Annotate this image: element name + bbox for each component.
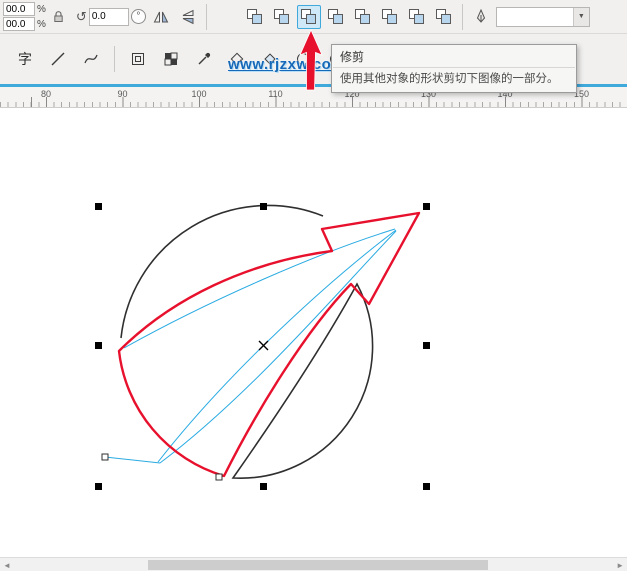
trim-icon <box>300 8 317 25</box>
lock-ratio-button[interactable] <box>49 5 69 29</box>
lock-icon <box>53 10 64 23</box>
boundary-icon <box>435 8 452 25</box>
separator <box>114 46 115 72</box>
simplify-icon <box>354 8 371 25</box>
separator <box>462 4 463 30</box>
line-tool-button[interactable] <box>45 46 71 72</box>
rotation-angle-input[interactable] <box>89 8 129 26</box>
intersect-button[interactable] <box>324 5 348 29</box>
tooltip-description: 使用其他对象的形状剪切下图像的一部分。 <box>332 68 576 92</box>
pattern-fill-button[interactable] <box>158 46 184 72</box>
eyedropper-icon <box>196 51 212 67</box>
text-tool-icon: 字 <box>18 49 32 69</box>
property-bar: % % ↺ ° ▼ <box>0 0 627 34</box>
back-minus-front-icon <box>408 8 425 25</box>
text-tool-button[interactable]: 字 <box>12 46 38 72</box>
outline-width-dropdown-icon[interactable]: ▼ <box>573 8 589 26</box>
outline-width-combo[interactable]: ▼ <box>496 7 590 27</box>
combine-button[interactable] <box>243 5 267 29</box>
bezier-tool-button[interactable] <box>78 46 104 72</box>
mirror-horizontal-button[interactable] <box>149 5 173 29</box>
separator <box>206 4 207 30</box>
front-minus-back-button[interactable] <box>378 5 402 29</box>
front-minus-back-icon <box>381 8 398 25</box>
tooltip-title: 修剪 <box>332 45 576 67</box>
bezier-curve-icon <box>83 51 99 67</box>
mirror-vertical-button[interactable] <box>176 5 200 29</box>
scroll-left-button[interactable]: ◄ <box>3 560 11 571</box>
scale-fields: % % <box>3 2 46 31</box>
boundary-button[interactable] <box>432 5 456 29</box>
simplify-button[interactable] <box>351 5 375 29</box>
outline-pen-button[interactable] <box>469 5 493 29</box>
back-minus-front-button[interactable] <box>405 5 429 29</box>
line-icon <box>50 51 66 67</box>
square-outline-icon <box>130 51 146 67</box>
eyedropper-button[interactable] <box>191 46 217 72</box>
outline-pen-icon <box>474 9 488 25</box>
outline-style-button[interactable] <box>125 46 151 72</box>
watermark: www.rjzxw.com <box>228 56 345 73</box>
mirror-horizontal-icon <box>153 10 169 24</box>
trim-button[interactable] <box>297 5 321 29</box>
intersect-icon <box>327 8 344 25</box>
scale-y-percent-label: % <box>37 19 46 30</box>
rotation-group: ↺ ° <box>76 8 146 26</box>
scale-x-percent-label: % <box>37 4 46 15</box>
checkerboard-icon <box>163 51 179 67</box>
ruler-ticks-major <box>0 97 627 107</box>
degree-symbol-icon: ° <box>131 9 146 24</box>
mirror-vertical-icon <box>181 9 195 25</box>
scroll-right-button[interactable]: ► <box>616 560 624 571</box>
scroll-thumb[interactable] <box>148 560 488 570</box>
canvas[interactable] <box>0 108 627 557</box>
scale-x-input[interactable] <box>3 2 35 16</box>
horizontal-scrollbar[interactable]: ◄ ► <box>0 557 627 571</box>
rotation-icon: ↺ <box>76 10 87 23</box>
weld-button[interactable] <box>270 5 294 29</box>
scale-y-input[interactable] <box>3 17 35 31</box>
weld-icon <box>273 8 290 25</box>
trim-tooltip: 修剪 使用其他对象的形状剪切下图像的一部分。 <box>331 44 577 93</box>
combine-icon <box>246 8 263 25</box>
shaping-buttons <box>243 5 456 29</box>
